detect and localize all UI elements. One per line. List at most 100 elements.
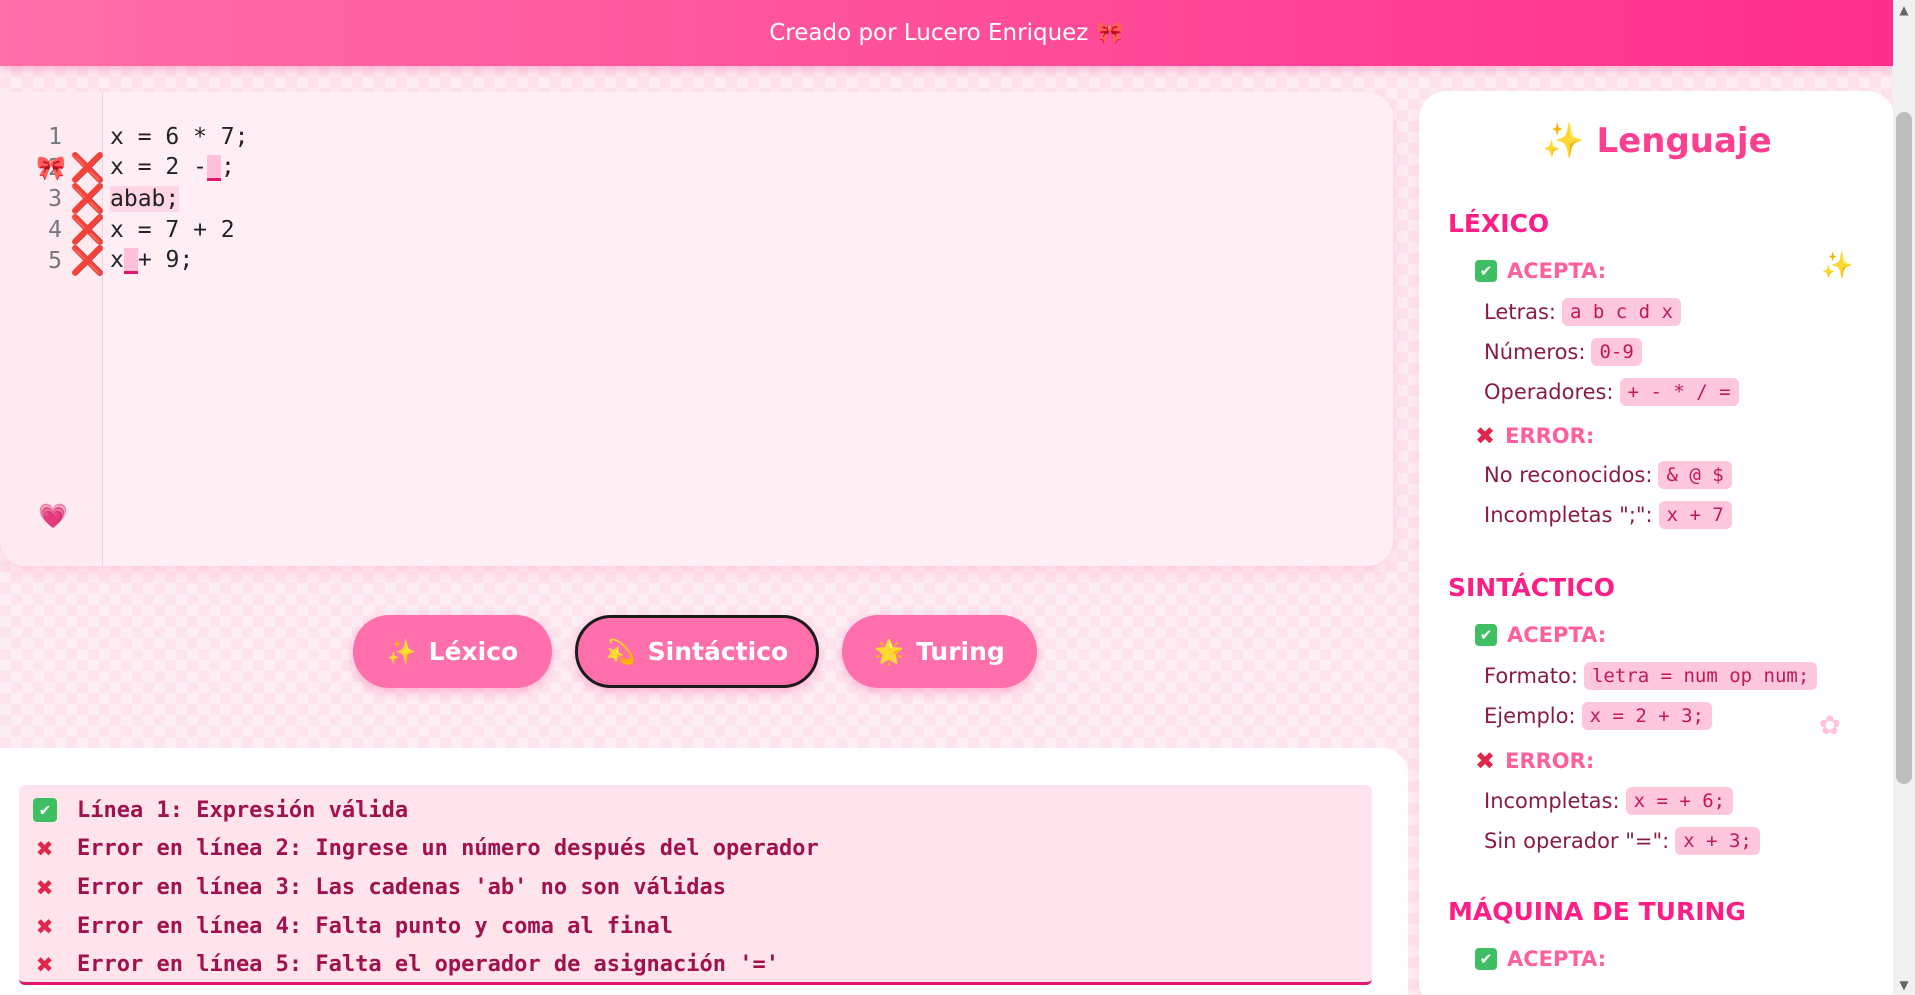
credit-text: Creado por Lucero Enriquez — [769, 20, 1089, 46]
code-token: ; — [220, 154, 235, 181]
lexico-accept-heading: ✔ ACEPTA: — [1475, 259, 1606, 283]
sintactico-formato-row: Formato: letra = num op num; — [1484, 662, 1818, 690]
incomp-label: Incompletas ";": — [1484, 503, 1653, 527]
formato-label: Formato: — [1484, 664, 1578, 688]
lexico-button[interactable]: ✨ Léxico — [353, 615, 552, 688]
cross-icon: ✖ — [36, 870, 54, 904]
cross-icon: ✖ — [1475, 422, 1496, 450]
operadores-chip: + - * / = — [1619, 378, 1739, 406]
lexico-error-heading: ✖ ERROR: — [1475, 422, 1594, 450]
numeros-label: Números: — [1484, 340, 1586, 364]
result-text: Error en línea 2: Ingrese un número desp… — [77, 836, 819, 862]
code-text: x + 9; — [110, 247, 193, 274]
error-x-icon: ❌ — [70, 150, 105, 184]
sint-incomp-chip: x = + 6; — [1625, 787, 1734, 815]
editor-line[interactable]: 5 ❌ x + 9; — [0, 245, 1390, 276]
turing-accept-heading: ✔ ACEPTA: — [1475, 947, 1606, 971]
cross-icon: ✖ — [1475, 747, 1496, 775]
error-x-icon: ❌ — [70, 212, 105, 246]
turing-button[interactable]: 🌟 Turing — [842, 615, 1037, 688]
editor-line[interactable]: 4 ❌ x = 7 + 2 — [0, 214, 1390, 245]
operadores-label: Operadores: — [1484, 380, 1614, 404]
sinop-chip: x + 3; — [1675, 827, 1760, 855]
sintactico-button[interactable]: 💫 Sintáctico — [575, 615, 819, 688]
line-number: 4 — [48, 216, 62, 243]
sintactico-error-label: ERROR: — [1505, 749, 1595, 773]
line-number: 1 — [48, 123, 62, 150]
code-token: x = 7 + 2 — [110, 216, 235, 243]
sintactico-accept-heading: ✔ ACEPTA: — [1475, 623, 1606, 647]
check-icon: ✔ — [1475, 948, 1497, 970]
sintactico-section-title: SINTÁCTICO — [1448, 573, 1615, 602]
error-x-icon: ❌ — [70, 181, 105, 215]
code-text: x = 6 * 7; — [110, 124, 248, 150]
lexico-incomp-row: Incompletas ";": x + 7 — [1484, 501, 1732, 529]
sintactico-ejemplo-row: Ejemplo: x = 2 + 3; — [1484, 702, 1712, 730]
lexico-numeros-row: Números: 0-9 — [1484, 338, 1642, 366]
sintactico-accept-label: ACEPTA: — [1507, 623, 1607, 647]
code-token: + 9; — [137, 247, 194, 274]
code-token: abab; — [110, 185, 180, 212]
result-text: Error en línea 3: Las cadenas 'ab' no so… — [77, 874, 727, 900]
lexico-error-label: ERROR: — [1505, 424, 1595, 448]
panel-title: ✨ Lenguaje — [1542, 121, 1772, 161]
sintactico-incomp-row: Incompletas: x = + 6; — [1484, 787, 1734, 815]
editor-line[interactable]: 2 ❌ x = 2 -; — [0, 152, 1390, 183]
check-icon: ✔ — [1475, 260, 1497, 282]
heart-deco-icon: 💗 — [38, 502, 68, 530]
noreco-chip: & @ $ — [1658, 461, 1732, 489]
sintactico-error-heading: ✖ ERROR: — [1475, 747, 1594, 775]
ejemplo-label: Ejemplo: — [1484, 704, 1576, 728]
lexico-button-label: Léxico — [428, 637, 519, 666]
header-bar: Creado por Lucero Enriquez 🎀 — [0, 0, 1893, 66]
ejemplo-chip: x = 2 + 3; — [1581, 702, 1712, 730]
error-position-marker — [123, 247, 138, 274]
result-line: ✖ Error en línea 2: Ingrese un número des… — [19, 830, 1372, 869]
code-text: abab; — [110, 185, 180, 212]
check-icon: ✔ — [1475, 624, 1497, 646]
result-line: ✖ Error en línea 3: Las cadenas 'ab' no s… — [19, 868, 1372, 907]
lexico-letras-row: Letras: a b c d x — [1484, 298, 1681, 326]
turing-button-label: Turing — [916, 637, 1005, 666]
code-token: x = 6 * 7; — [110, 123, 249, 150]
scroll-down-icon[interactable]: ▼ — [1896, 977, 1912, 993]
sparkles-icon: ✨ — [386, 637, 417, 666]
noreco-label: No reconocidos: — [1484, 463, 1653, 487]
turing-accept-label: ACEPTA: — [1507, 947, 1607, 971]
result-line: ✔ Línea 1: Expresión válida — [19, 791, 1372, 830]
result-line: ✖ Error en línea 4: Falta punto y coma al… — [19, 907, 1372, 946]
error-x-icon: ❌ — [70, 243, 105, 277]
code-text: x = 7 + 2 — [110, 217, 235, 243]
check-icon: ✔ — [33, 798, 57, 823]
sintactico-button-label: Sintáctico — [647, 637, 789, 666]
result-text: Error en línea 5: Falta el operador de a… — [77, 952, 779, 978]
bow-icon: 🎀 — [1096, 20, 1124, 46]
line-number: 5 — [48, 247, 62, 274]
lexico-section-title: LÉXICO — [1448, 209, 1550, 238]
error-position-marker — [206, 154, 221, 181]
code-editor[interactable]: 1x = 6 * 7; 2 ❌ x = 2 -; 3 ❌ abab; 4 ❌ x = 7 + 25… — [0, 92, 1393, 566]
code-token: x — [110, 247, 124, 274]
sinop-label: Sin operador "=": — [1484, 829, 1670, 853]
editor-line[interactable]: 3 ❌ abab; — [0, 183, 1390, 214]
code-text: x = 2 -; — [110, 154, 235, 181]
incomp-chip: x + 7 — [1658, 501, 1732, 529]
sint-incomp-label: Incompletas: — [1484, 789, 1620, 813]
result-text: Error en línea 4: Falta punto y coma al … — [77, 913, 674, 939]
letras-chip: a b c d x — [1562, 298, 1681, 326]
lexico-noreco-row: No reconocidos: & @ $ — [1484, 461, 1732, 489]
letras-label: Letras: — [1484, 300, 1557, 324]
flower-deco-icon: ✿ — [1819, 711, 1841, 741]
results-output: ✔ Línea 1: Expresión válida ✖ Error en líne… — [19, 785, 1372, 985]
cross-icon: ✖ — [36, 832, 54, 866]
language-panel: ✨ Lenguaje LÉXICO ✔ ACEPTA: ✨ Letras: a … — [1419, 91, 1895, 995]
editor-line[interactable]: 1 x = 6 * 7; — [0, 121, 1390, 152]
star-icon: 🌟 — [874, 637, 905, 666]
scrollbar-thumb[interactable] — [1896, 112, 1912, 784]
code-token: x = 2 - — [110, 154, 207, 181]
line-number: 3 — [48, 185, 62, 212]
cross-icon: ✖ — [36, 948, 54, 982]
bow-deco-icon: 🎀 — [36, 154, 66, 182]
formato-chip: letra = num op num; — [1583, 662, 1818, 690]
scroll-up-icon[interactable]: ▲ — [1896, 2, 1912, 18]
